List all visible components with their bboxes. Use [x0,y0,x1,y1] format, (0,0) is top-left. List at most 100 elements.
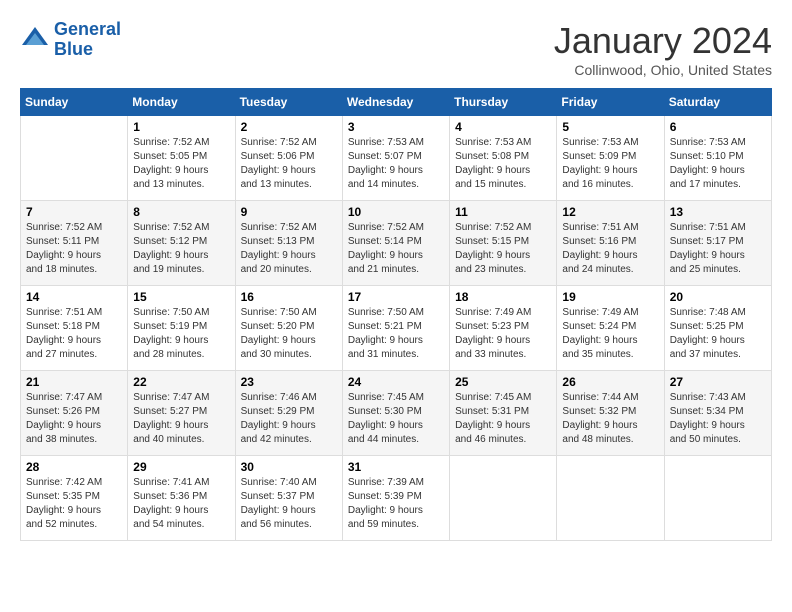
calendar-header: SundayMondayTuesdayWednesdayThursdayFrid… [21,89,772,116]
day-info: Sunrise: 7:47 AMSunset: 5:27 PMDaylight:… [133,391,229,447]
day-number: 9 [241,205,337,219]
day-info: Sunrise: 7:40 AMSunset: 5:37 PMDaylight:… [241,476,337,532]
calendar-day-cell: 27 Sunrise: 7:43 AMSunset: 5:34 PMDayligh… [664,371,771,456]
calendar-title: January 2024 [554,20,772,62]
weekday-header-cell: Tuesday [235,89,342,116]
weekday-header-cell: Saturday [664,89,771,116]
day-number: 15 [133,290,229,304]
day-info: Sunrise: 7:53 AMSunset: 5:07 PMDaylight:… [348,136,444,192]
day-number: 17 [348,290,444,304]
calendar-day-cell: 14 Sunrise: 7:51 AMSunset: 5:18 PMDayligh… [21,286,128,371]
day-number: 5 [562,120,658,134]
calendar-day-cell: 31 Sunrise: 7:39 AMSunset: 5:39 PMDayligh… [342,456,449,541]
calendar-day-cell: 22 Sunrise: 7:47 AMSunset: 5:27 PMDayligh… [128,371,235,456]
day-number: 10 [348,205,444,219]
calendar-day-cell: 18Sunrise: 7:49 AMSunset: 5:23 PMDayligh… [450,286,557,371]
day-info: Sunrise: 7:53 AMSunset: 5:09 PMDaylight:… [562,136,658,192]
calendar-day-cell: 9 Sunrise: 7:52 AMSunset: 5:13 PMDaylight… [235,201,342,286]
calendar-day-cell: 11 Sunrise: 7:52 AMSunset: 5:15 PMDayligh… [450,201,557,286]
day-number: 11 [455,205,551,219]
day-info: Sunrise: 7:50 AMSunset: 5:20 PMDaylight:… [241,306,337,362]
day-info: Sunrise: 7:45 AMSunset: 5:31 PMDaylight:… [455,391,551,447]
day-info: Sunrise: 7:51 AMSunset: 5:18 PMDaylight:… [26,306,122,362]
calendar-day-cell: 25Sunrise: 7:45 AMSunset: 5:31 PMDayligh… [450,371,557,456]
day-info: Sunrise: 7:52 AMSunset: 5:05 PMDaylight:… [133,136,229,192]
day-number: 6 [670,120,766,134]
day-info: Sunrise: 7:52 AMSunset: 5:06 PMDaylight:… [241,136,337,192]
calendar-day-cell [21,116,128,201]
weekday-header-cell: Wednesday [342,89,449,116]
calendar-day-cell: 24Sunrise: 7:45 AMSunset: 5:30 PMDayligh… [342,371,449,456]
calendar-day-cell: 4 Sunrise: 7:53 AMSunset: 5:08 PMDaylight… [450,116,557,201]
calendar-day-cell: 29 Sunrise: 7:41 AMSunset: 5:36 PMDayligh… [128,456,235,541]
day-info: Sunrise: 7:51 AMSunset: 5:17 PMDaylight:… [670,221,766,277]
day-number: 3 [348,120,444,134]
calendar-day-cell: 19 Sunrise: 7:49 AMSunset: 5:24 PMDayligh… [557,286,664,371]
calendar-table: SundayMondayTuesdayWednesdayThursdayFrid… [20,88,772,541]
calendar-day-cell: 23 Sunrise: 7:46 AMSunset: 5:29 PMDayligh… [235,371,342,456]
calendar-day-cell: 12 Sunrise: 7:51 AMSunset: 5:16 PMDayligh… [557,201,664,286]
day-info: Sunrise: 7:50 AMSunset: 5:21 PMDaylight:… [348,306,444,362]
calendar-day-cell: 2 Sunrise: 7:52 AMSunset: 5:06 PMDaylight… [235,116,342,201]
calendar-day-cell: 13 Sunrise: 7:51 AMSunset: 5:17 PMDayligh… [664,201,771,286]
calendar-day-cell: 30 Sunrise: 7:40 AMSunset: 5:37 PMDayligh… [235,456,342,541]
day-number: 23 [241,375,337,389]
day-info: Sunrise: 7:43 AMSunset: 5:34 PMDaylight:… [670,391,766,447]
calendar-week-row: 1 Sunrise: 7:52 AMSunset: 5:05 PMDaylight… [21,116,772,201]
day-info: Sunrise: 7:51 AMSunset: 5:16 PMDaylight:… [562,221,658,277]
day-number: 2 [241,120,337,134]
day-info: Sunrise: 7:53 AMSunset: 5:08 PMDaylight:… [455,136,551,192]
calendar-day-cell: 1 Sunrise: 7:52 AMSunset: 5:05 PMDaylight… [128,116,235,201]
calendar-day-cell: 5 Sunrise: 7:53 AMSunset: 5:09 PMDaylight… [557,116,664,201]
day-info: Sunrise: 7:52 AMSunset: 5:14 PMDaylight:… [348,221,444,277]
day-number: 8 [133,205,229,219]
day-info: Sunrise: 7:46 AMSunset: 5:29 PMDaylight:… [241,391,337,447]
day-info: Sunrise: 7:42 AMSunset: 5:35 PMDaylight:… [26,476,122,532]
calendar-day-cell: 8 Sunrise: 7:52 AMSunset: 5:12 PMDaylight… [128,201,235,286]
day-number: 14 [26,290,122,304]
day-number: 4 [455,120,551,134]
day-number: 19 [562,290,658,304]
day-info: Sunrise: 7:45 AMSunset: 5:30 PMDaylight:… [348,391,444,447]
day-number: 18 [455,290,551,304]
calendar-day-cell [450,456,557,541]
calendar-day-cell: 6 Sunrise: 7:53 AMSunset: 5:10 PMDaylight… [664,116,771,201]
calendar-day-cell: 3 Sunrise: 7:53 AMSunset: 5:07 PMDaylight… [342,116,449,201]
calendar-day-cell [557,456,664,541]
calendar-day-cell: 10 Sunrise: 7:52 AMSunset: 5:14 PMDayligh… [342,201,449,286]
header: General Blue January 2024 Collinwood, Oh… [20,20,772,78]
day-number: 16 [241,290,337,304]
day-number: 31 [348,460,444,474]
day-number: 28 [26,460,122,474]
day-number: 1 [133,120,229,134]
day-info: Sunrise: 7:41 AMSunset: 5:36 PMDaylight:… [133,476,229,532]
weekday-header-cell: Thursday [450,89,557,116]
logo-text: General Blue [54,20,121,60]
calendar-day-cell: 26Sunrise: 7:44 AMSunset: 5:32 PMDayligh… [557,371,664,456]
day-info: Sunrise: 7:52 AMSunset: 5:13 PMDaylight:… [241,221,337,277]
calendar-day-cell: 21Sunrise: 7:47 AMSunset: 5:26 PMDayligh… [21,371,128,456]
day-info: Sunrise: 7:50 AMSunset: 5:19 PMDaylight:… [133,306,229,362]
day-number: 20 [670,290,766,304]
logo-icon [20,25,50,55]
day-info: Sunrise: 7:44 AMSunset: 5:32 PMDaylight:… [562,391,658,447]
day-info: Sunrise: 7:53 AMSunset: 5:10 PMDaylight:… [670,136,766,192]
day-info: Sunrise: 7:52 AMSunset: 5:12 PMDaylight:… [133,221,229,277]
calendar-day-cell: 28 Sunrise: 7:42 AMSunset: 5:35 PMDayligh… [21,456,128,541]
day-number: 30 [241,460,337,474]
weekday-header-cell: Sunday [21,89,128,116]
calendar-day-cell: 16 Sunrise: 7:50 AMSunset: 5:20 PMDayligh… [235,286,342,371]
day-info: Sunrise: 7:48 AMSunset: 5:25 PMDaylight:… [670,306,766,362]
calendar-day-cell: 20 Sunrise: 7:48 AMSunset: 5:25 PMDayligh… [664,286,771,371]
day-number: 12 [562,205,658,219]
day-number: 13 [670,205,766,219]
day-number: 29 [133,460,229,474]
day-info: Sunrise: 7:39 AMSunset: 5:39 PMDaylight:… [348,476,444,532]
calendar-day-cell [664,456,771,541]
day-info: Sunrise: 7:52 AMSunset: 5:15 PMDaylight:… [455,221,551,277]
weekday-header-row: SundayMondayTuesdayWednesdayThursdayFrid… [21,89,772,116]
day-number: 27 [670,375,766,389]
weekday-header-cell: Monday [128,89,235,116]
day-number: 22 [133,375,229,389]
day-info: Sunrise: 7:49 AMSunset: 5:24 PMDaylight:… [562,306,658,362]
